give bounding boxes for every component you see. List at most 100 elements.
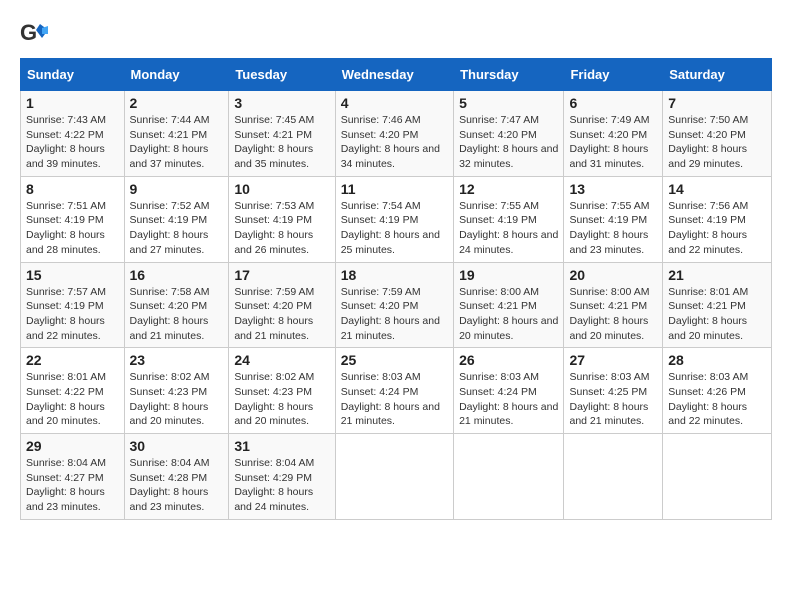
calendar-cell xyxy=(335,434,453,520)
calendar-cell: 14 Sunrise: 7:56 AM Sunset: 4:19 PM Dayl… xyxy=(663,176,772,262)
day-detail: Sunrise: 7:58 AM Sunset: 4:20 PM Dayligh… xyxy=(130,285,224,344)
day-detail: Sunrise: 7:45 AM Sunset: 4:21 PM Dayligh… xyxy=(234,113,329,172)
calendar-week-row: 8 Sunrise: 7:51 AM Sunset: 4:19 PM Dayli… xyxy=(21,176,772,262)
day-number: 11 xyxy=(341,181,448,197)
calendar-cell: 21 Sunrise: 8:01 AM Sunset: 4:21 PM Dayl… xyxy=(663,262,772,348)
calendar-cell: 26 Sunrise: 8:03 AM Sunset: 4:24 PM Dayl… xyxy=(454,348,564,434)
day-detail: Sunrise: 7:59 AM Sunset: 4:20 PM Dayligh… xyxy=(341,285,448,344)
day-number: 22 xyxy=(26,352,119,368)
day-number: 17 xyxy=(234,267,329,283)
day-detail: Sunrise: 7:52 AM Sunset: 4:19 PM Dayligh… xyxy=(130,199,224,258)
calendar-cell xyxy=(564,434,663,520)
day-detail: Sunrise: 8:04 AM Sunset: 4:29 PM Dayligh… xyxy=(234,456,329,515)
day-number: 13 xyxy=(569,181,657,197)
calendar-header-tuesday: Tuesday xyxy=(229,59,335,91)
day-detail: Sunrise: 7:57 AM Sunset: 4:19 PM Dayligh… xyxy=(26,285,119,344)
calendar-cell: 16 Sunrise: 7:58 AM Sunset: 4:20 PM Dayl… xyxy=(124,262,229,348)
calendar-cell: 5 Sunrise: 7:47 AM Sunset: 4:20 PM Dayli… xyxy=(454,91,564,177)
calendar-cell: 1 Sunrise: 7:43 AM Sunset: 4:22 PM Dayli… xyxy=(21,91,125,177)
calendar-header-wednesday: Wednesday xyxy=(335,59,453,91)
calendar-cell: 31 Sunrise: 8:04 AM Sunset: 4:29 PM Dayl… xyxy=(229,434,335,520)
calendar-week-row: 15 Sunrise: 7:57 AM Sunset: 4:19 PM Dayl… xyxy=(21,262,772,348)
day-detail: Sunrise: 7:50 AM Sunset: 4:20 PM Dayligh… xyxy=(668,113,766,172)
day-number: 27 xyxy=(569,352,657,368)
day-detail: Sunrise: 7:54 AM Sunset: 4:19 PM Dayligh… xyxy=(341,199,448,258)
day-detail: Sunrise: 8:00 AM Sunset: 4:21 PM Dayligh… xyxy=(569,285,657,344)
day-detail: Sunrise: 7:43 AM Sunset: 4:22 PM Dayligh… xyxy=(26,113,119,172)
page-header: G xyxy=(20,20,772,48)
day-number: 7 xyxy=(668,95,766,111)
day-number: 8 xyxy=(26,181,119,197)
day-number: 21 xyxy=(668,267,766,283)
calendar-cell: 15 Sunrise: 7:57 AM Sunset: 4:19 PM Dayl… xyxy=(21,262,125,348)
day-number: 3 xyxy=(234,95,329,111)
day-number: 6 xyxy=(569,95,657,111)
day-detail: Sunrise: 8:04 AM Sunset: 4:27 PM Dayligh… xyxy=(26,456,119,515)
calendar-cell: 4 Sunrise: 7:46 AM Sunset: 4:20 PM Dayli… xyxy=(335,91,453,177)
day-detail: Sunrise: 7:46 AM Sunset: 4:20 PM Dayligh… xyxy=(341,113,448,172)
calendar-header-friday: Friday xyxy=(564,59,663,91)
calendar-cell: 23 Sunrise: 8:02 AM Sunset: 4:23 PM Dayl… xyxy=(124,348,229,434)
calendar-cell: 2 Sunrise: 7:44 AM Sunset: 4:21 PM Dayli… xyxy=(124,91,229,177)
day-number: 28 xyxy=(668,352,766,368)
calendar-week-row: 1 Sunrise: 7:43 AM Sunset: 4:22 PM Dayli… xyxy=(21,91,772,177)
day-detail: Sunrise: 8:03 AM Sunset: 4:24 PM Dayligh… xyxy=(341,370,448,429)
svg-text:G: G xyxy=(20,20,37,45)
calendar-week-row: 29 Sunrise: 8:04 AM Sunset: 4:27 PM Dayl… xyxy=(21,434,772,520)
calendar-header-monday: Monday xyxy=(124,59,229,91)
calendar-cell: 22 Sunrise: 8:01 AM Sunset: 4:22 PM Dayl… xyxy=(21,348,125,434)
calendar-cell: 9 Sunrise: 7:52 AM Sunset: 4:19 PM Dayli… xyxy=(124,176,229,262)
logo-icon: G xyxy=(20,20,48,48)
calendar-header-sunday: Sunday xyxy=(21,59,125,91)
day-number: 31 xyxy=(234,438,329,454)
day-number: 1 xyxy=(26,95,119,111)
calendar-cell: 12 Sunrise: 7:55 AM Sunset: 4:19 PM Dayl… xyxy=(454,176,564,262)
day-number: 16 xyxy=(130,267,224,283)
calendar-cell xyxy=(454,434,564,520)
day-number: 29 xyxy=(26,438,119,454)
calendar-table: SundayMondayTuesdayWednesdayThursdayFrid… xyxy=(20,58,772,520)
calendar-cell: 24 Sunrise: 8:02 AM Sunset: 4:23 PM Dayl… xyxy=(229,348,335,434)
day-number: 15 xyxy=(26,267,119,283)
day-detail: Sunrise: 8:00 AM Sunset: 4:21 PM Dayligh… xyxy=(459,285,558,344)
day-detail: Sunrise: 7:59 AM Sunset: 4:20 PM Dayligh… xyxy=(234,285,329,344)
calendar-cell: 18 Sunrise: 7:59 AM Sunset: 4:20 PM Dayl… xyxy=(335,262,453,348)
day-detail: Sunrise: 7:47 AM Sunset: 4:20 PM Dayligh… xyxy=(459,113,558,172)
calendar-cell: 27 Sunrise: 8:03 AM Sunset: 4:25 PM Dayl… xyxy=(564,348,663,434)
day-number: 23 xyxy=(130,352,224,368)
calendar-cell: 6 Sunrise: 7:49 AM Sunset: 4:20 PM Dayli… xyxy=(564,91,663,177)
day-number: 12 xyxy=(459,181,558,197)
day-number: 26 xyxy=(459,352,558,368)
calendar-cell: 29 Sunrise: 8:04 AM Sunset: 4:27 PM Dayl… xyxy=(21,434,125,520)
calendar-cell: 30 Sunrise: 8:04 AM Sunset: 4:28 PM Dayl… xyxy=(124,434,229,520)
day-number: 20 xyxy=(569,267,657,283)
day-number: 25 xyxy=(341,352,448,368)
day-number: 24 xyxy=(234,352,329,368)
day-detail: Sunrise: 8:03 AM Sunset: 4:25 PM Dayligh… xyxy=(569,370,657,429)
calendar-cell: 8 Sunrise: 7:51 AM Sunset: 4:19 PM Dayli… xyxy=(21,176,125,262)
calendar-cell: 7 Sunrise: 7:50 AM Sunset: 4:20 PM Dayli… xyxy=(663,91,772,177)
day-number: 19 xyxy=(459,267,558,283)
day-number: 18 xyxy=(341,267,448,283)
calendar-cell: 17 Sunrise: 7:59 AM Sunset: 4:20 PM Dayl… xyxy=(229,262,335,348)
day-detail: Sunrise: 8:03 AM Sunset: 4:24 PM Dayligh… xyxy=(459,370,558,429)
day-detail: Sunrise: 8:03 AM Sunset: 4:26 PM Dayligh… xyxy=(668,370,766,429)
calendar-cell xyxy=(663,434,772,520)
day-detail: Sunrise: 7:55 AM Sunset: 4:19 PM Dayligh… xyxy=(569,199,657,258)
day-number: 10 xyxy=(234,181,329,197)
day-detail: Sunrise: 8:02 AM Sunset: 4:23 PM Dayligh… xyxy=(130,370,224,429)
day-number: 4 xyxy=(341,95,448,111)
calendar-cell: 11 Sunrise: 7:54 AM Sunset: 4:19 PM Dayl… xyxy=(335,176,453,262)
day-detail: Sunrise: 7:55 AM Sunset: 4:19 PM Dayligh… xyxy=(459,199,558,258)
day-detail: Sunrise: 7:49 AM Sunset: 4:20 PM Dayligh… xyxy=(569,113,657,172)
day-detail: Sunrise: 7:56 AM Sunset: 4:19 PM Dayligh… xyxy=(668,199,766,258)
day-detail: Sunrise: 8:02 AM Sunset: 4:23 PM Dayligh… xyxy=(234,370,329,429)
day-detail: Sunrise: 8:01 AM Sunset: 4:22 PM Dayligh… xyxy=(26,370,119,429)
logo: G xyxy=(20,20,52,48)
calendar-cell: 13 Sunrise: 7:55 AM Sunset: 4:19 PM Dayl… xyxy=(564,176,663,262)
day-detail: Sunrise: 7:51 AM Sunset: 4:19 PM Dayligh… xyxy=(26,199,119,258)
calendar-cell: 25 Sunrise: 8:03 AM Sunset: 4:24 PM Dayl… xyxy=(335,348,453,434)
day-detail: Sunrise: 8:01 AM Sunset: 4:21 PM Dayligh… xyxy=(668,285,766,344)
calendar-cell: 20 Sunrise: 8:00 AM Sunset: 4:21 PM Dayl… xyxy=(564,262,663,348)
calendar-week-row: 22 Sunrise: 8:01 AM Sunset: 4:22 PM Dayl… xyxy=(21,348,772,434)
